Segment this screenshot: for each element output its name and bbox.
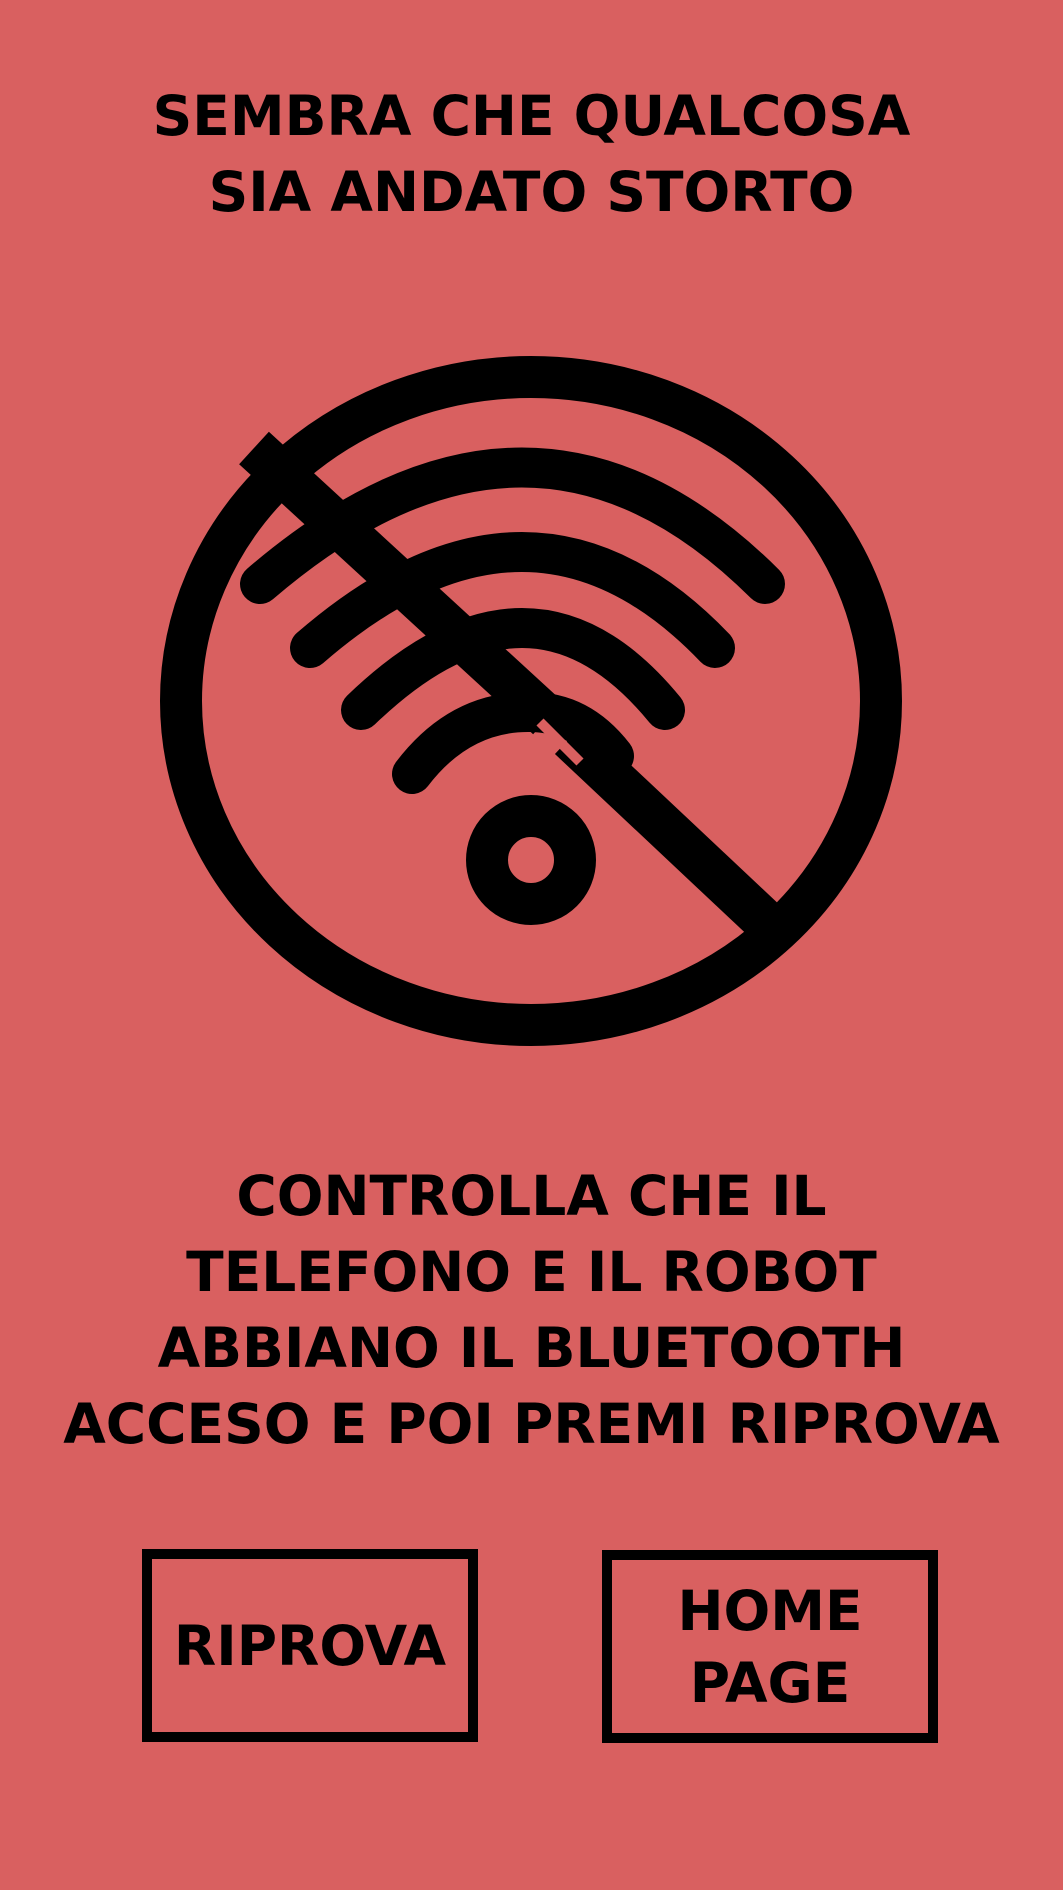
instruction-line-2: TELEFONO E IL ROBOT [186,1240,877,1304]
home-page-button[interactable]: HOME PAGE [602,1550,938,1743]
home-page-button-label-line-1: HOME [677,1578,863,1643]
instruction-line-4: ACCESO E POI PREMI RIPROVA [63,1392,1000,1456]
instruction-message: CONTROLLA CHE IL TELEFONO E IL ROBOT ABB… [0,1158,1063,1462]
error-title: SEMBRA CHE QUALCOSA SIA ANDATO STORTO [0,78,1063,230]
instruction-line-1: CONTROLLA CHE IL [236,1164,827,1228]
instruction-line-3: ABBIANO IL BLUETOOTH [157,1316,906,1380]
error-title-line-1: SEMBRA CHE QUALCOSA [152,84,911,148]
retry-button[interactable]: RIPROVA [142,1549,478,1742]
retry-button-label: RIPROVA [173,1613,447,1678]
home-page-button-label: HOME PAGE [677,1575,862,1719]
error-title-line-2: SIA ANDATO STORTO [208,160,855,224]
home-page-button-label-line-2: PAGE [689,1650,851,1715]
wifi-off-icon [160,356,902,1046]
